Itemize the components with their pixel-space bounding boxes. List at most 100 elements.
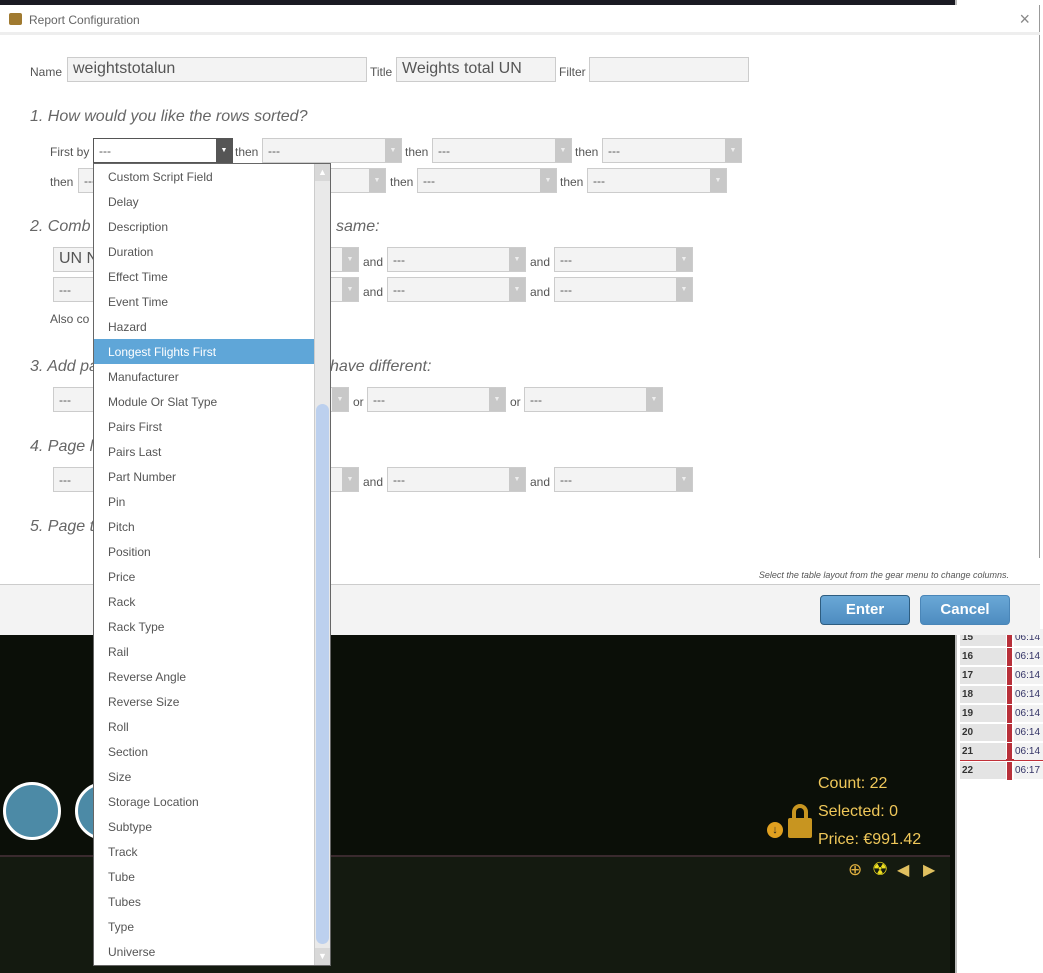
chevron-down-icon: ▼ [342,468,358,491]
dropdown-option[interactable]: Track [94,839,315,864]
side-table-row[interactable]: 19 06:14 [960,705,1043,723]
sort-select-7[interactable]: --- ▼ [587,168,727,193]
zoom-in-icon[interactable]: ⊕ [848,860,862,880]
dropdown-option[interactable]: Pairs First [94,414,315,439]
scroll-down-icon[interactable]: ▼ [315,948,330,965]
sort-select-6[interactable]: --- ▼ [417,168,557,193]
also-label: Also co [50,312,90,326]
combine-select-2[interactable]: --- ▼ [387,247,526,272]
page-break-select-3[interactable]: --- ▼ [554,467,693,492]
section4-heading: 4. Page l [30,438,94,455]
page-break-select-2[interactable]: --- ▼ [387,467,526,492]
and-label: and [363,475,384,489]
dropdown-option[interactable]: Type [94,914,315,939]
dropdown-option[interactable]: Duration [94,239,315,264]
enter-button[interactable]: Enter [820,595,910,625]
dropdown-option[interactable]: Event Time [94,289,315,314]
or-label: or [510,395,521,409]
name-label: Name [30,65,63,79]
page-select-3[interactable]: --- ▼ [524,387,663,412]
row-number: 22 [960,762,1006,779]
side-table-row[interactable]: 20 06:14 [960,724,1043,742]
cancel-button[interactable]: Cancel [920,595,1010,625]
dropdown-option[interactable]: Position [94,539,315,564]
combine-select-6[interactable]: --- ▼ [554,277,693,302]
dropdown-option[interactable]: Rail [94,639,315,664]
dropdown-option[interactable]: Pin [94,489,315,514]
row-time: 06:14 [1014,667,1043,684]
next-arrow-icon[interactable]: ▶ [923,860,935,880]
dropdown-option[interactable]: Part Number [94,464,315,489]
then-label: then [50,175,74,189]
sort-select-2[interactable]: --- ▼ [262,138,402,163]
sort-select-1[interactable]: --- ▼ [93,138,233,163]
dropdown-option[interactable]: Subtype [94,814,315,839]
title-label: Title [370,65,393,79]
dropdown-option[interactable]: Module Or Slat Type [94,389,315,414]
chevron-down-icon: ▼ [676,278,692,301]
lock-shackle-icon [792,804,808,820]
download-icon[interactable]: ↓ [767,822,783,838]
side-table-row[interactable]: 17 06:14 [960,667,1043,685]
dropdown-option[interactable]: Reverse Size [94,689,315,714]
side-table-row[interactable]: 21 06:14 [960,743,1043,761]
section2-heading: 2. Comb [30,218,91,235]
box-select-tool-button[interactable] [3,782,61,840]
dropdown-option[interactable]: Pairs Last [94,439,315,464]
prev-arrow-icon[interactable]: ◀ [897,860,909,880]
dropdown-option[interactable]: Section [94,739,315,764]
sort-select-3[interactable]: --- ▼ [432,138,572,163]
row-time: 06:14 [1014,705,1043,722]
dropdown-option[interactable]: Rack Type [94,614,315,639]
title-input[interactable]: Weights total UN [396,57,556,82]
dropdown-option[interactable]: Manufacturer [94,364,315,389]
dropdown-option[interactable]: Custom Script Field [94,164,315,189]
radiation-icon[interactable]: ☢ [872,859,888,880]
row-time: 06:14 [1014,743,1043,760]
sort-select-4[interactable]: --- ▼ [602,138,742,163]
side-table-row[interactable]: 18 06:14 [960,686,1043,704]
dropdown-option[interactable]: Hazard [94,314,315,339]
count-label: Count: 22 [818,775,888,792]
dropdown-option[interactable]: Pitch [94,514,315,539]
price-label: Price: €991.42 [818,831,922,848]
name-input[interactable]: weightstotalun [67,57,367,82]
chevron-down-icon: ▼ [509,248,525,271]
dropdown-option[interactable]: Price [94,564,315,589]
row-marker [1007,762,1012,780]
chevron-down-icon: ▼ [676,468,692,491]
dropdown-option[interactable]: Tubes [94,889,315,914]
dropdown-option[interactable]: Tube [94,864,315,889]
page-select-2[interactable]: --- ▼ [367,387,506,412]
chevron-down-icon: ▼ [369,169,385,192]
combine-select-5[interactable]: --- ▼ [387,277,526,302]
side-table-row[interactable]: 16 06:14 [960,648,1043,666]
dropdown-option[interactable]: Effect Time [94,264,315,289]
dropdown-option[interactable]: Delay [94,189,315,214]
close-icon[interactable]: × [1019,9,1030,30]
section1-heading: 1. How would you like the rows sorted? [30,108,308,125]
chevron-down-icon: ▼ [342,278,358,301]
dropdown-option[interactable]: Description [94,214,315,239]
side-table-row[interactable]: 22 06:17 [960,762,1043,780]
scroll-up-icon[interactable]: ▲ [315,164,330,181]
chevron-down-icon: ▼ [332,388,348,411]
and-label: and [530,285,551,299]
dropdown-option[interactable]: Longest Flights First [94,339,315,364]
sort-dropdown-list: Custom Script Field Delay Description Durat… [93,163,331,966]
dropdown-option[interactable]: Size [94,764,315,789]
dropdown-option[interactable]: Universe [94,939,315,964]
row-number: 16 [960,648,1006,665]
dropdown-scrollbar[interactable]: ▲ ▼ [314,164,330,965]
row-time: 06:14 [1014,724,1043,741]
filter-input[interactable] [589,57,749,82]
and-label: and [363,285,384,299]
lock-icon[interactable] [788,818,812,838]
dropdown-option[interactable]: Roll [94,714,315,739]
combine-select-3[interactable]: --- ▼ [554,247,693,272]
scrollbar-thumb[interactable] [316,404,329,944]
dropdown-option[interactable]: Reverse Angle [94,664,315,689]
dropdown-option[interactable]: Rack [94,589,315,614]
dropdown-option[interactable]: Storage Location [94,789,315,814]
app-icon [9,13,22,25]
